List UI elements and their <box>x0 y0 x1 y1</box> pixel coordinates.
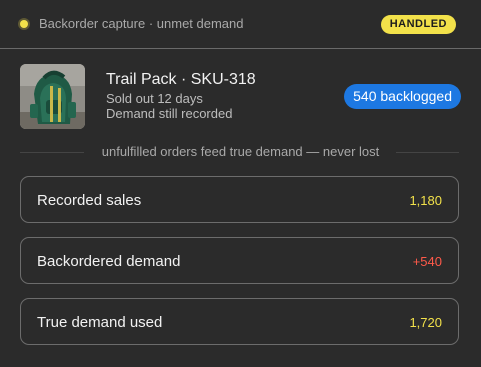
product-image <box>20 64 85 129</box>
status-dot-icon <box>20 20 28 28</box>
header-title: Backorder capture · unmet demand <box>39 16 244 31</box>
backlogged-badge: 540 backlogged <box>344 84 461 109</box>
product-demand-text: Demand still recorded <box>106 106 233 121</box>
metric-card-backordered-demand: Backordered demand +540 <box>20 237 459 284</box>
product-sold-out-text: Sold out 12 days <box>106 91 203 106</box>
product-name: Trail Pack · SKU-318 <box>106 71 256 88</box>
metric-card-true-demand: True demand used 1,720 <box>20 298 459 345</box>
header-bar: Backorder capture · unmet demand HANDLED <box>0 0 481 49</box>
metric-label: Backordered demand <box>37 253 181 270</box>
metric-value: 1,180 <box>409 193 442 208</box>
status-badge: HANDLED <box>380 15 456 34</box>
backpack-photo-icon <box>20 64 85 129</box>
metric-card-recorded-sales: Recorded sales 1,180 <box>20 176 459 223</box>
metric-label: Recorded sales <box>37 192 142 209</box>
metric-value: 1,720 <box>409 315 442 330</box>
metric-value: +540 <box>412 254 442 269</box>
metric-label: True demand used <box>37 314 163 331</box>
divider-caption: unfulfilled orders feed true demand — ne… <box>101 144 380 159</box>
